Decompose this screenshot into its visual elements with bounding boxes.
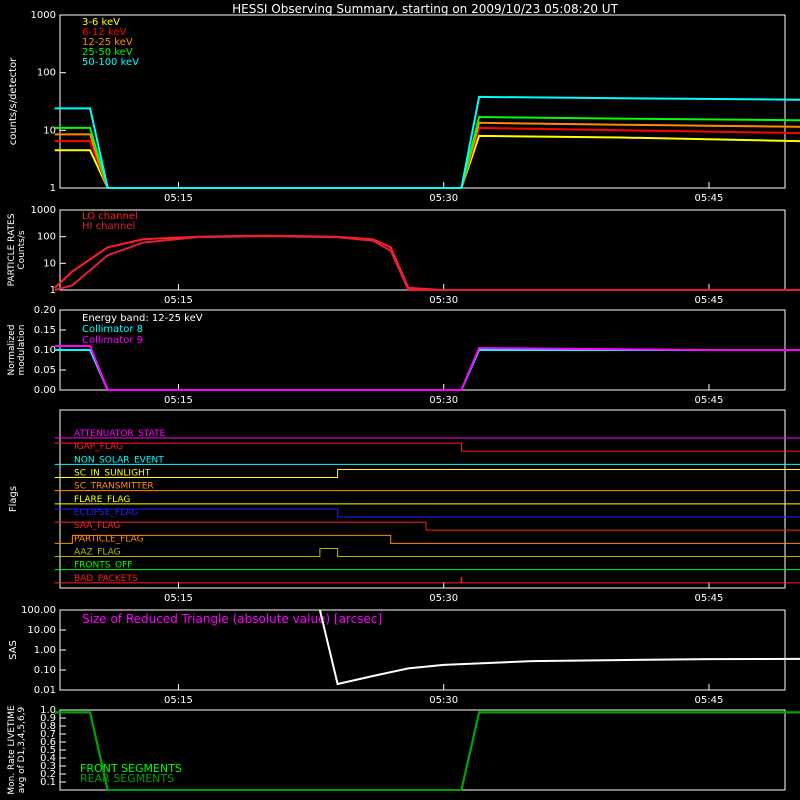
flags-xtick-label-2: 05:45 <box>695 593 724 604</box>
flag-line-8 <box>54 534 800 544</box>
flag-line-7 <box>54 521 800 531</box>
flag-line-1 <box>54 442 800 452</box>
particle-rates-ytick-label-2: 100 <box>37 232 56 243</box>
modulation-ytick-label-4: 0.20 <box>34 305 56 316</box>
particle-rates-legend-1: HI channel <box>82 221 135 232</box>
particle-rates-ylabel-1: Counts/s <box>17 230 27 269</box>
count-rates-frame <box>59 14 786 189</box>
count-rates-ytick-label-0: 1 <box>50 183 56 194</box>
count-rates-series-3 <box>54 115 800 189</box>
flag-line-6 <box>54 508 800 518</box>
flag-line-9 <box>54 548 800 557</box>
sas-xtick-label-2: 05:45 <box>695 695 724 706</box>
sas-ytick-label-3: 10.00 <box>27 625 56 636</box>
modulation-legend-1: Collimator 9 <box>82 335 143 346</box>
count-rates-series-0 <box>54 134 800 189</box>
count-rates-xtick-label-1: 05:30 <box>429 193 458 204</box>
modulation-xtick-label-1: 05:30 <box>429 395 458 406</box>
sas-series-0 <box>318 609 800 686</box>
flags-xtick-label-0: 05:15 <box>164 593 193 604</box>
modulation-xtick-label-2: 05:45 <box>695 395 724 406</box>
particle-rates-ytick-label-1: 10 <box>43 258 56 269</box>
sas-ytick-label-1: 0.10 <box>34 665 56 676</box>
count-rates-ytick-label-3: 1000 <box>31 10 56 21</box>
livetime-ylabel-1: avg of D1,3,4,5,6,9 <box>17 706 27 793</box>
modulation-series-0 <box>54 349 800 391</box>
particle-rates-ylabel-0: PARTICLE RATES <box>7 213 17 286</box>
livetime-ytick-label-9: 1.0 <box>40 705 56 716</box>
modulation-ylabel-1: modulation <box>17 325 27 376</box>
flag-line-3 <box>54 469 800 478</box>
figure-title: HESSI Observing Summary, starting on 200… <box>232 2 618 16</box>
count-rates-ytick-label-1: 10 <box>43 125 56 136</box>
count-rates-series-1 <box>54 126 800 189</box>
livetime-legend-1: REAR SEGMENTS <box>80 772 174 785</box>
modulation-ytick-label-3: 0.15 <box>34 325 56 336</box>
sas-annotation: Size of Reduced Triangle (absolute value… <box>82 612 382 626</box>
modulation-series-1 <box>54 345 800 391</box>
panels-group: 110100100005:1505:3005:4506:0006:1506:30… <box>7 10 800 795</box>
particle-rates-xtick-label-0: 05:15 <box>164 295 193 306</box>
count-rates-xtick-label-2: 05:45 <box>695 193 724 204</box>
modulation-xtick-label-0: 05:15 <box>164 395 193 406</box>
sas-ytick-label-4: 100.00 <box>21 605 56 616</box>
count-rates-series-2 <box>54 121 800 189</box>
modulation-ylabel-0: Normalized <box>7 324 17 375</box>
sas-ytick-label-2: 1.00 <box>34 645 56 656</box>
count-rates-ylabel: counts/s/detector <box>8 57 19 145</box>
hessi-summary-figure: HESSI Observing Summary, starting on 200… <box>0 0 800 800</box>
flags-ylabel: Flags <box>8 486 19 512</box>
count-rates-series-4 <box>54 95 800 189</box>
modulation-ytick-label-1: 0.05 <box>34 365 56 376</box>
modulation-annotation: Energy band: 12-25 keV <box>82 313 203 324</box>
count-rates-ytick-label-2: 100 <box>37 68 56 79</box>
sas-xtick-label-0: 05:15 <box>164 695 193 706</box>
sas-ylabel: SAS <box>8 640 19 660</box>
particle-rates-frame <box>59 209 786 291</box>
modulation-legend-0: Collimator 8 <box>82 324 143 335</box>
livetime-ylabel-0: Mon. Rate LIVETIME <box>7 705 17 795</box>
flags-frame <box>59 409 786 589</box>
particle-rates-series-0 <box>54 234 800 291</box>
flags-xtick-label-1: 05:30 <box>429 593 458 604</box>
particle-rates-ytick-label-3: 1000 <box>31 205 56 216</box>
particle-rates-xtick-label-1: 05:30 <box>429 295 458 306</box>
count-rates-legend-4: 50-100 keV <box>82 57 139 68</box>
modulation-ytick-label-0: 0.00 <box>34 385 56 396</box>
sas-xtick-label-1: 05:30 <box>429 695 458 706</box>
sas-ytick-label-0: 0.01 <box>34 685 56 696</box>
count-rates-xtick-label-0: 05:15 <box>164 193 193 204</box>
particle-rates-series-1 <box>54 235 800 291</box>
particle-rates-xtick-label-2: 05:45 <box>695 295 724 306</box>
modulation-ytick-label-2: 0.10 <box>34 345 56 356</box>
